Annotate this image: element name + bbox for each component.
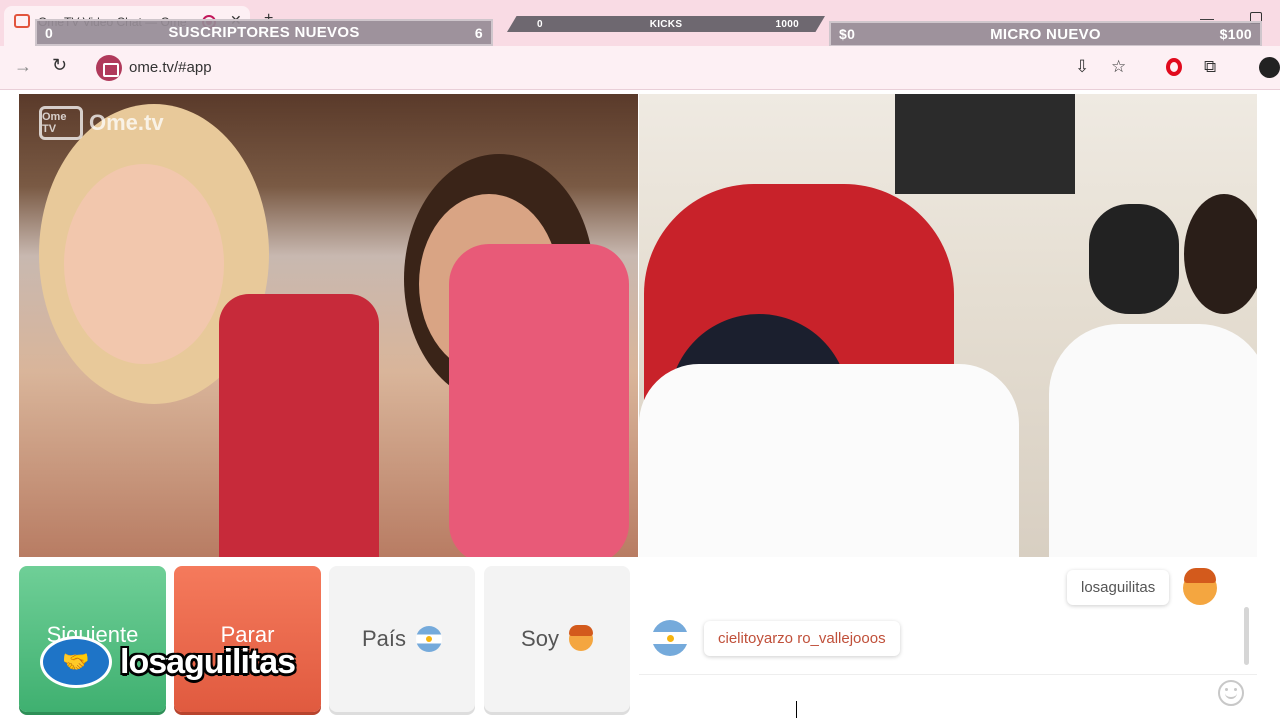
ometv-favicon-icon — [14, 14, 30, 28]
argentina-flag-icon — [416, 626, 443, 652]
subs-label: SUSCRIPTORES NUEVOS — [168, 24, 360, 41]
country-button[interactable]: País — [329, 566, 475, 712]
ometv-watermark: Ome TV Ome.tv — [39, 106, 164, 140]
person-left-face — [64, 164, 224, 364]
kicks-goal-bar: 0 KICKS 1000 — [507, 16, 825, 32]
chat-panel: losaguilitas cielitoyarzo ro_vallejooos — [639, 557, 1257, 713]
text-cursor-icon — [796, 701, 804, 718]
gender-button[interactable]: Soy — [484, 566, 630, 712]
gender-label: Soy — [521, 626, 559, 651]
peer-message-text: cielitoyarzo ro_vallejooos — [704, 620, 900, 656]
wall-frame — [895, 94, 1075, 194]
pink-bottle — [449, 244, 629, 557]
subs-goal: 6 — [474, 24, 483, 41]
micro-goal-bar: $0 MICRO NUEVO $100 — [829, 21, 1262, 47]
self-message: losaguilitas — [1067, 567, 1218, 605]
chat-scrollbar[interactable] — [1244, 607, 1249, 665]
extensions-icon[interactable]: ⧉ — [1204, 57, 1216, 77]
boy-emoji-icon — [568, 625, 593, 651]
kicks-current: 0 — [537, 18, 543, 30]
profile-icon[interactable] — [1259, 57, 1280, 78]
handshake-icon: 🤝 — [40, 636, 112, 688]
address-bar[interactable]: ome.tv/#app — [129, 59, 212, 76]
install-icon[interactable]: ⇩ — [1075, 57, 1089, 77]
forward-icon[interactable]: → — [14, 56, 32, 77]
kicks-goal: 1000 — [775, 18, 799, 30]
ometv-watermark-text: Ome.tv — [89, 110, 164, 135]
red-shirt — [219, 294, 379, 557]
chat-input[interactable] — [639, 674, 1257, 713]
boy-avatar-icon — [1183, 567, 1218, 605]
person-hair — [1184, 194, 1257, 314]
white-shirt — [639, 364, 1019, 557]
reload-icon[interactable]: ↻ — [52, 55, 67, 76]
argentina-flag-avatar-icon — [652, 620, 688, 656]
star-icon[interactable]: ☆ — [1111, 57, 1126, 77]
self-video — [639, 94, 1257, 557]
micro-goal: $100 — [1219, 26, 1252, 42]
self-message-text: losaguilitas — [1067, 570, 1170, 605]
micro-current: $0 — [839, 26, 856, 42]
streamer-name: losaguilitas — [120, 642, 296, 681]
subs-current: 0 — [45, 24, 54, 41]
micro-label: MICRO NUEVO — [990, 25, 1101, 43]
person-white-shirt — [1049, 324, 1257, 557]
emoji-picker-icon[interactable] — [1218, 680, 1244, 706]
site-info-icon[interactable] — [96, 55, 122, 81]
browser-toolbar: → ↻ ome.tv/#app ⇩ ☆ ⧉ — [0, 46, 1280, 90]
opera-icon[interactable] — [1166, 58, 1182, 76]
peer-message: cielitoyarzo ro_vallejooos — [652, 620, 900, 656]
country-label: País — [361, 626, 407, 651]
stranger-video: Ome TV Ome.tv — [19, 94, 638, 557]
backpack — [1089, 204, 1179, 314]
ometv-tv-icon: Ome TV — [39, 106, 83, 140]
streamer-badge: 🤝 losaguilitas — [40, 636, 296, 688]
subscribers-goal-bar: 0 SUSCRIPTORES NUEVOS 6 — [35, 19, 493, 46]
